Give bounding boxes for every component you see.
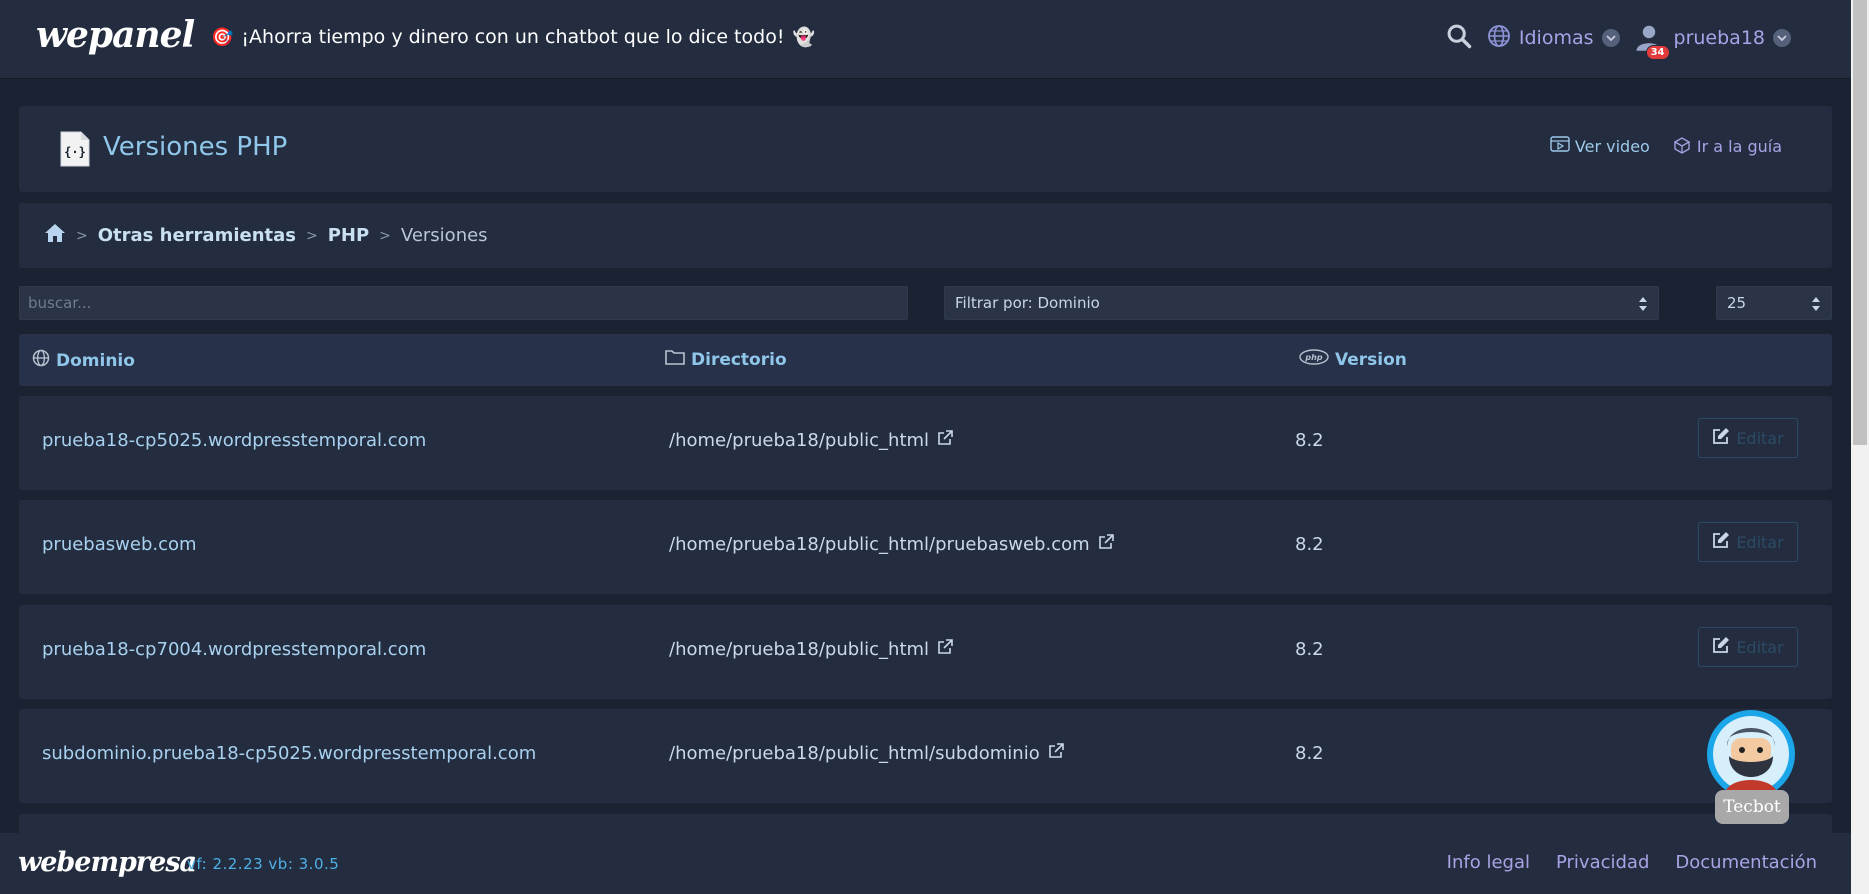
- footer-links: Info legal Privacidad Documentación: [1447, 852, 1817, 873]
- select-arrows-icon: [1638, 296, 1648, 316]
- page-header: {·} Versiones PHP Ver video Ir a la guía: [19, 106, 1832, 192]
- top-right-menu: Idiomas 34 prueba18: [1445, 22, 1791, 60]
- edit-button[interactable]: Editar: [1698, 522, 1798, 562]
- breadcrumb-php[interactable]: PHP: [328, 225, 369, 246]
- column-header-domain[interactable]: Dominio: [32, 349, 135, 372]
- breadcrumb-separator: >: [305, 227, 318, 244]
- home-icon[interactable]: [44, 223, 66, 248]
- target-icon: 🎯: [211, 26, 234, 48]
- header-links: Ver video Ir a la guía: [1550, 134, 1782, 158]
- search-input[interactable]: [19, 286, 908, 320]
- external-link-icon: [937, 639, 953, 660]
- footer: webempresa vf: 2.2.23 vb: 3.0.5 Info leg…: [0, 833, 1851, 894]
- filter-select[interactable]: Filtrar por: Dominio: [944, 286, 1659, 320]
- chevron-down-icon: [1773, 29, 1791, 47]
- column-header-version-label: Version: [1335, 349, 1407, 370]
- avatar: 34: [1634, 22, 1670, 60]
- promo-text[interactable]: ¡Ahorra tiempo y dinero con un chatbot q…: [241, 26, 784, 48]
- row-directory: /home/prueba18/public_html: [669, 430, 930, 451]
- video-icon: [1550, 135, 1570, 157]
- filters-bar: Filtrar por: Dominio 25: [19, 286, 1832, 320]
- column-header-version[interactable]: php Version: [1299, 349, 1407, 370]
- row-directory: /home/prueba18/public_html/subdominio: [669, 743, 1040, 764]
- page-title: Versiones PHP: [103, 132, 288, 162]
- breadcrumb-current: Versiones: [400, 225, 488, 246]
- table-row: subdominio.prueba18-cp5025.wordpresstemp…: [19, 709, 1832, 803]
- row-version: 8.2: [1295, 743, 1324, 764]
- globe-icon: [1487, 24, 1511, 53]
- tecbot-label: Tecbot: [1715, 790, 1789, 824]
- footer-link-docs[interactable]: Documentación: [1675, 852, 1817, 873]
- table-header: Dominio Directorio php Version: [19, 334, 1832, 386]
- edit-icon: [1712, 427, 1730, 449]
- row-domain: prueba18-cp5025.wordpresstemporal.com: [42, 430, 427, 451]
- top-bar: wepanel 🎯 ¡Ahorra tiempo y dinero con un…: [0, 0, 1851, 79]
- table-row: prueba18-cp7004.wordpresstemporal.com /h…: [19, 605, 1832, 699]
- guide-icon: [1672, 134, 1692, 158]
- breadcrumb: > Otras herramientas > PHP > Versiones: [19, 203, 1832, 268]
- scrollbar-track[interactable]: [1851, 0, 1869, 894]
- row-directory: /home/prueba18/public_html/pruebasweb.co…: [669, 534, 1090, 555]
- username-label: prueba18: [1673, 27, 1765, 49]
- row-version: 8.2: [1295, 639, 1324, 660]
- breadcrumb-separator: >: [379, 227, 391, 244]
- external-link-icon: [937, 430, 953, 451]
- select-arrows-icon: [1811, 296, 1821, 316]
- php-file-icon: {·}: [59, 130, 91, 172]
- video-link[interactable]: Ver video: [1550, 134, 1650, 158]
- promo-banner[interactable]: 🎯 ¡Ahorra tiempo y dinero con un chatbot…: [211, 26, 815, 48]
- footer-link-privacy[interactable]: Privacidad: [1556, 852, 1649, 873]
- filter-select-value: Filtrar por: Dominio: [955, 294, 1100, 312]
- per-page-value: 25: [1727, 294, 1747, 312]
- footer-link-legal[interactable]: Info legal: [1447, 852, 1530, 873]
- scrollbar-thumb[interactable]: [1853, 0, 1867, 445]
- globe-icon: [32, 349, 50, 372]
- column-header-domain-label: Dominio: [56, 350, 135, 371]
- row-directory: /home/prueba18/public_html: [669, 639, 930, 660]
- edit-button-label: Editar: [1736, 637, 1784, 657]
- ghost-icon: 👻: [792, 26, 815, 48]
- webempresa-logo[interactable]: webempresa: [18, 847, 197, 878]
- video-link-label: Ver video: [1574, 136, 1650, 156]
- version-info: vf: 2.2.23 vb: 3.0.5: [187, 855, 340, 873]
- user-menu[interactable]: 34 prueba18: [1634, 22, 1791, 60]
- row-version: 8.2: [1295, 430, 1324, 451]
- search-icon[interactable]: [1445, 22, 1473, 54]
- row-version: 8.2: [1295, 534, 1324, 555]
- edit-button[interactable]: Editar: [1698, 627, 1798, 667]
- breadcrumb-other-tools[interactable]: Otras herramientas: [98, 225, 296, 246]
- tecbot-widget[interactable]: Tecbot: [1705, 708, 1803, 824]
- guide-link[interactable]: Ir a la guía: [1672, 134, 1782, 158]
- per-page-select[interactable]: 25: [1716, 286, 1832, 320]
- table-row: prueba18-cp5025.wordpresstemporal.com /h…: [19, 396, 1832, 490]
- svg-text:{·}: {·}: [64, 145, 86, 159]
- languages-label: Idiomas: [1518, 27, 1594, 49]
- row-directory-link[interactable]: /home/prueba18/public_html/subdominio: [669, 743, 1064, 764]
- column-header-directory[interactable]: Directorio: [665, 349, 787, 370]
- table-row: pruebasweb.com /home/prueba18/public_htm…: [19, 500, 1832, 594]
- wepanel-logo[interactable]: wepanel: [36, 14, 195, 56]
- row-domain: subdominio.prueba18-cp5025.wordpresstemp…: [42, 743, 537, 764]
- edit-button[interactable]: Editar: [1698, 418, 1798, 458]
- guide-link-label: Ir a la guía: [1696, 136, 1782, 156]
- edit-icon: [1712, 531, 1730, 553]
- row-directory-link[interactable]: /home/prueba18/public_html: [669, 639, 953, 660]
- edit-button-label: Editar: [1736, 428, 1784, 448]
- folder-icon: [665, 349, 685, 370]
- edit-button-label: Editar: [1736, 532, 1784, 552]
- languages-menu[interactable]: Idiomas: [1487, 24, 1620, 53]
- php-icon: php: [1299, 349, 1329, 370]
- row-directory-link[interactable]: /home/prueba18/public_html: [669, 430, 953, 451]
- external-link-icon: [1098, 534, 1114, 555]
- row-domain: pruebasweb.com: [42, 534, 197, 555]
- row-domain: prueba18-cp7004.wordpresstemporal.com: [42, 639, 427, 660]
- chevron-down-icon: [1601, 29, 1620, 47]
- svg-text:php: php: [1304, 353, 1322, 362]
- breadcrumb-separator: >: [76, 227, 88, 244]
- notifications-badge: 34: [1645, 45, 1670, 60]
- row-directory-link[interactable]: /home/prueba18/public_html/pruebasweb.co…: [669, 534, 1114, 555]
- column-header-directory-label: Directorio: [691, 349, 787, 370]
- edit-icon: [1712, 636, 1730, 658]
- external-link-icon: [1048, 743, 1064, 764]
